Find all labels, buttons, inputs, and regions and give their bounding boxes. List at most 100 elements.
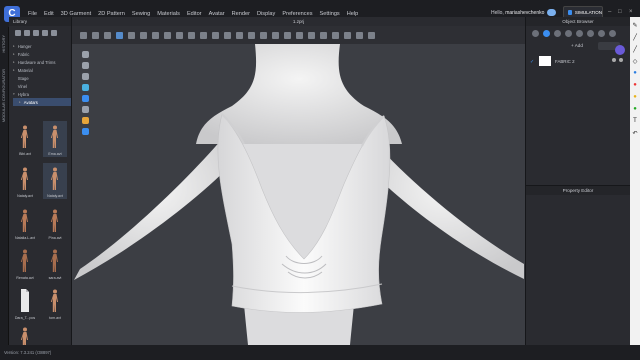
select-icon[interactable] — [80, 31, 87, 39]
tree-item-hybra[interactable]: ▾ Hybra — [13, 90, 71, 98]
back-icon[interactable] — [15, 30, 21, 36]
menu-file[interactable]: File — [28, 11, 37, 17]
menu-editor[interactable]: Editor — [187, 11, 202, 17]
pose-file[interactable]: Dara_T...pos — [13, 285, 37, 321]
close-icon[interactable]: × — [629, 9, 633, 15]
undo-icon[interactable]: ↶ — [631, 129, 639, 137]
topstitch-icon[interactable] — [260, 31, 267, 39]
tree-item-avatars[interactable]: ▸ Avatars — [13, 98, 71, 106]
tree-item-stage[interactable]: ▸Stage — [13, 74, 71, 82]
more-icon[interactable] — [619, 58, 623, 62]
menu-avatar[interactable]: Avatar — [209, 11, 225, 17]
expand-icon[interactable]: ▸ — [13, 52, 15, 56]
avatar-file[interactable]: tom.avt — [43, 285, 67, 321]
menu-settings[interactable]: Settings — [320, 11, 340, 17]
visibility-icon[interactable] — [612, 58, 616, 62]
tree-item-hardware[interactable]: ▸ Hardware and Trims — [13, 58, 71, 66]
color-blue-icon[interactable]: ● — [631, 69, 639, 77]
fabric-list-item[interactable]: ✓ FABRIC 2 — [530, 54, 629, 68]
zipper-icon[interactable] — [224, 31, 231, 39]
list-view-icon[interactable] — [42, 30, 48, 36]
expand-icon[interactable]: ▸ — [13, 60, 15, 64]
edit-curve-icon[interactable] — [296, 31, 303, 39]
tab-icon[interactable] — [587, 29, 594, 37]
tab-icon[interactable] — [565, 29, 572, 37]
menu-display[interactable]: Display — [257, 11, 275, 17]
text-tool-icon[interactable]: T — [631, 117, 639, 125]
menu-2d-pattern[interactable]: 2D Pattern — [98, 11, 125, 17]
color-green-icon[interactable]: ● — [631, 105, 639, 113]
menu-edit[interactable]: Edit — [44, 11, 54, 17]
camera-icon[interactable] — [356, 31, 363, 39]
avatar-file[interactable]: Bibi.avt — [13, 121, 37, 157]
color-yellow-icon[interactable]: ● — [631, 93, 639, 101]
menu-materials[interactable]: Materials — [157, 11, 180, 17]
tab-icon[interactable] — [576, 29, 583, 37]
expand-icon[interactable]: ▸ — [19, 100, 21, 104]
avatar-file[interactable]: Nataly.avt — [43, 163, 67, 199]
eraser-icon[interactable]: ◇ — [631, 57, 639, 65]
tab-icon[interactable] — [532, 29, 539, 37]
maximize-icon[interactable]: □ — [618, 9, 622, 15]
tool-icon[interactable] — [82, 128, 89, 135]
seam-icon[interactable] — [188, 31, 195, 39]
tab-icon[interactable] — [598, 29, 605, 37]
avatar-file[interactable]: Renata.avt — [13, 245, 37, 281]
tack-icon[interactable] — [140, 31, 147, 39]
avatar-file[interactable]: sara.avt — [43, 245, 67, 281]
settings-icon[interactable] — [368, 31, 375, 39]
highlighter-icon[interactable]: ╱ — [631, 45, 639, 53]
move-icon[interactable] — [92, 31, 99, 39]
fold-icon[interactable] — [128, 31, 135, 39]
texture-icon[interactable] — [236, 31, 243, 39]
expand-icon[interactable]: ▸ — [13, 68, 15, 72]
layer-icon[interactable] — [332, 31, 339, 39]
tool-icon[interactable] — [82, 95, 89, 102]
tab-history[interactable]: HISTORY — [1, 35, 8, 53]
avatar-tool-icon[interactable] — [344, 31, 351, 39]
add-fabric-button[interactable]: + Add — [571, 43, 583, 48]
avatar-file[interactable]: Ema.avt — [43, 121, 67, 157]
avatar-file[interactable]: Nataly.avt — [13, 163, 37, 199]
menu-render[interactable]: Render — [232, 11, 250, 17]
line-icon[interactable]: ╱ — [631, 33, 639, 41]
button-tool-icon[interactable] — [212, 31, 219, 39]
menu-3d-garment[interactable]: 3D Garment — [61, 11, 91, 17]
piping-icon[interactable] — [272, 31, 279, 39]
grid-view-icon[interactable] — [51, 30, 57, 36]
tool-icon[interactable] — [82, 62, 89, 69]
avatar-file[interactable]: Pina.avt — [43, 205, 67, 241]
tab-icon[interactable] — [609, 29, 616, 37]
home-icon[interactable] — [33, 30, 39, 36]
pen-icon[interactable]: ✎ — [631, 21, 639, 29]
pin-icon[interactable] — [152, 31, 159, 39]
tree-item-hanger[interactable]: ▸ Hanger — [13, 42, 71, 50]
tool-icon[interactable] — [82, 117, 89, 124]
menu-sewing[interactable]: Sewing — [132, 11, 150, 17]
menu-preferences[interactable]: Preferences — [282, 11, 312, 17]
3d-viewport[interactable]: 1.zprj — [72, 17, 525, 345]
arrange-icon[interactable] — [308, 31, 315, 39]
expand-icon[interactable]: ▸ — [13, 44, 15, 48]
transform-icon[interactable] — [104, 31, 111, 39]
tool-icon[interactable] — [82, 84, 89, 91]
trim-icon[interactable] — [200, 31, 207, 39]
expand-icon[interactable]: ▾ — [13, 92, 15, 96]
avatar-file[interactable]: Natalia.L.avt — [13, 205, 37, 241]
measure-icon[interactable] — [164, 31, 171, 39]
tree-item-material[interactable]: ▸ Material — [13, 66, 71, 74]
tool-icon[interactable] — [82, 106, 89, 113]
strengthen-icon[interactable] — [320, 31, 327, 39]
minimize-icon[interactable]: – — [608, 9, 611, 15]
tree-item-fabric[interactable]: ▸ Fabric — [13, 50, 71, 58]
cloud-icon[interactable] — [547, 9, 556, 16]
tab-icon[interactable] — [543, 29, 550, 37]
graphic-icon[interactable] — [248, 31, 255, 39]
tool-icon[interactable] — [82, 73, 89, 80]
forward-icon[interactable] — [24, 30, 30, 36]
tool-icon[interactable] — [82, 51, 89, 58]
avatar-garment-scene[interactable] — [72, 44, 525, 345]
tab-modular-configurator[interactable]: MODULAR CONFIGURATOR — [1, 69, 8, 122]
brush-icon[interactable] — [176, 31, 183, 39]
color-red-icon[interactable]: ● — [631, 81, 639, 89]
